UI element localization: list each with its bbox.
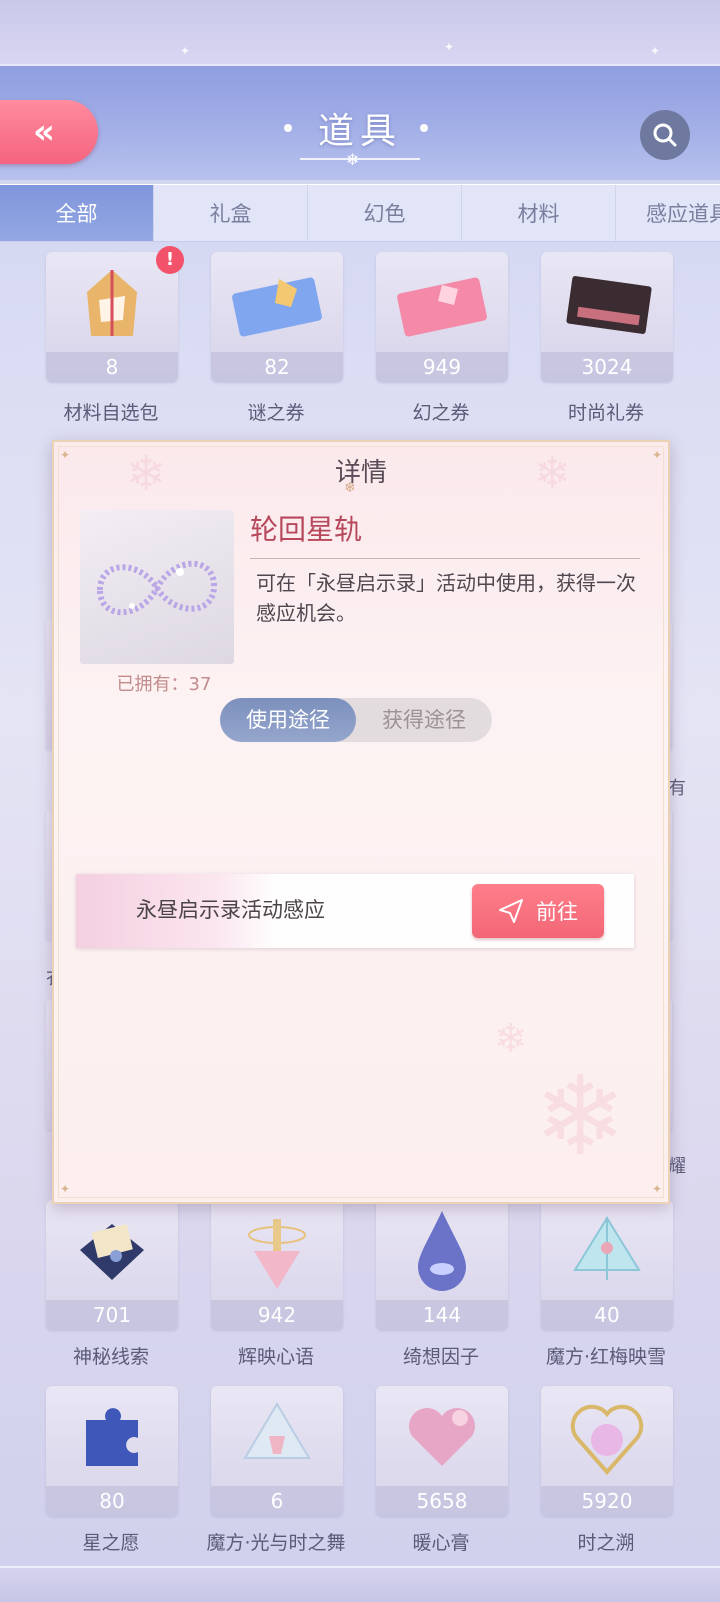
item-slot-material-pack[interactable]: 8	[46, 252, 178, 382]
usage-toggle: 使用途径 获得途径	[220, 698, 492, 742]
page-title: 道具	[317, 111, 402, 152]
illusion-ticket-icon	[397, 277, 487, 337]
item-label: 材料自选包	[63, 402, 159, 424]
item-slot-warm-heart-balm[interactable]: 5658	[376, 1386, 508, 1516]
snowflake-icon: ❄	[534, 1052, 627, 1180]
route-label: 永昼启示录活动感应	[136, 898, 325, 922]
item-slot-illusion-ticket[interactable]: 949	[376, 252, 508, 382]
item-count: 8	[46, 352, 178, 382]
tab-usage-route[interactable]: 使用途径	[220, 698, 356, 742]
route-entry: 永昼启示录活动感应 前往	[76, 874, 634, 948]
letter-envelope-icon	[80, 1224, 144, 1280]
item-count: 949	[376, 352, 508, 382]
tab-materials[interactable]: 材料	[462, 185, 616, 241]
item-label: 时尚礼券	[567, 402, 644, 424]
search-icon	[653, 123, 677, 147]
sparkle-icon: ✦	[444, 40, 455, 54]
item-slot-time-trace[interactable]: 5920	[541, 1386, 673, 1516]
item-count: 701	[46, 1300, 178, 1330]
crystal-pyramid-icon	[573, 1216, 641, 1280]
bottom-decor-band	[0, 1566, 720, 1602]
item-slot-mystery-clue[interactable]: 701	[46, 1200, 178, 1330]
item-slot-cube-light-time[interactable]: 6	[211, 1386, 343, 1516]
water-drop-icon	[418, 1211, 466, 1291]
item-slot-fancy-factor[interactable]: 144	[376, 1200, 508, 1330]
divider	[250, 558, 640, 559]
spinning-top-icon	[248, 1219, 306, 1289]
corner-ornament-icon: ✦	[60, 1182, 71, 1196]
item-label: 星之愿	[82, 1532, 140, 1554]
item-count: 144	[376, 1300, 508, 1330]
heart-compact-icon	[570, 1404, 644, 1476]
item-count: 3024	[541, 352, 673, 382]
item-label: 暖心膏	[412, 1532, 470, 1554]
item-label: 时之溯	[577, 1532, 635, 1554]
tab-all[interactable]: 全部	[0, 185, 154, 241]
item-label: 魔方·红梅映雪	[545, 1346, 667, 1368]
item-count: 6	[211, 1486, 343, 1516]
item-label: 魔方·光与时之舞	[206, 1532, 346, 1554]
go-button-label: 前往	[536, 900, 578, 924]
tab-color[interactable]: 幻色	[308, 185, 462, 241]
item-label: 谜之券	[247, 402, 305, 424]
item-label-fragment: 有	[668, 778, 686, 799]
corner-ornament-icon: ✦	[651, 1182, 662, 1196]
item-label: 幻之券	[412, 402, 470, 424]
heart-box-icon	[408, 1407, 476, 1466]
snowflake-icon: ❄	[346, 150, 360, 169]
item-count: 82	[211, 352, 343, 382]
tab-gift-box[interactable]: 礼盒	[154, 185, 308, 241]
item-slot-mystery-ticket[interactable]: 82	[211, 252, 343, 382]
item-image-frame	[80, 510, 234, 664]
title-ornament-icon: ❄	[344, 480, 356, 496]
item-count: 80	[46, 1486, 178, 1516]
sparkle-icon: ✦	[180, 44, 191, 58]
fashion-voucher-icon	[566, 276, 652, 334]
item-count: 5920	[541, 1486, 673, 1516]
top-decor-band	[0, 0, 720, 66]
infinity-bracelet-icon	[96, 560, 218, 616]
item-detail-modal: ✦ ✦ ✦ ✦ ❄ ❄ ❄ ❄ 详情 ❄ 已拥有：37 轮回星轨 可在「永昼启示…	[52, 440, 670, 1204]
puzzle-piece-icon	[86, 1408, 138, 1466]
item-name: 轮回星轨	[250, 513, 363, 546]
item-label-fragment: 耀	[668, 1156, 686, 1177]
owned-count: 已拥有：37	[116, 674, 212, 695]
item-slot-star-wish[interactable]: 80	[46, 1386, 178, 1516]
category-tabs: 全部 礼盒 幻色 材料 感应道具	[0, 184, 720, 242]
glass-pyramid-icon	[243, 1402, 311, 1459]
tab-obtain-route[interactable]: 获得途径	[356, 698, 492, 742]
go-button[interactable]: 前往	[472, 884, 604, 938]
gift-bag-icon	[87, 270, 137, 336]
item-count: 40	[541, 1300, 673, 1330]
item-label: 绮想因子	[402, 1346, 479, 1368]
alert-badge: !	[156, 246, 184, 274]
search-button[interactable]	[640, 110, 690, 160]
item-label: 辉映心语	[237, 1346, 314, 1368]
tab-sensing-items[interactable]: 感应道具	[616, 185, 720, 241]
item-slot-radiant-whisper[interactable]: 942	[211, 1200, 343, 1330]
item-slot-cube-plum-snow[interactable]: 40	[541, 1200, 673, 1330]
item-description: 可在「永昼启示录」活动中使用，获得一次感应机会。	[256, 571, 636, 625]
modal-title: 详情	[334, 458, 387, 488]
item-slot-fashion-voucher[interactable]: 3024	[541, 252, 673, 382]
sparkle-icon: ✦	[650, 44, 661, 58]
title-underline	[300, 158, 420, 160]
item-label: 神秘线索	[72, 1346, 149, 1368]
mystery-ticket-icon	[232, 277, 322, 337]
send-arrow-icon	[499, 899, 523, 923]
item-count: 5658	[376, 1486, 508, 1516]
item-count: 942	[211, 1300, 343, 1330]
snowflake-icon: ❄	[494, 1016, 528, 1062]
